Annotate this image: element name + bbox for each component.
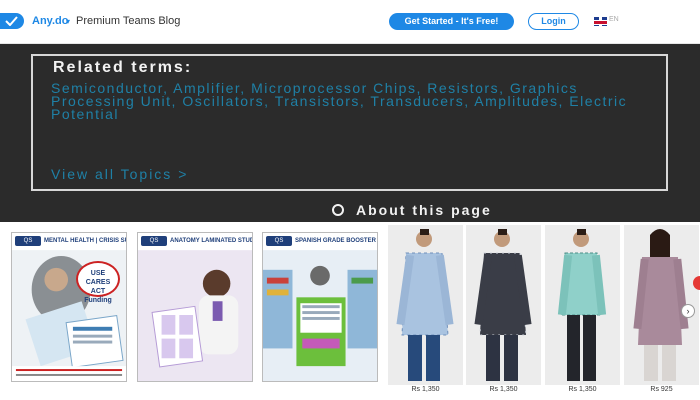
book-header: QS ANATOMY LAMINATED STUDY GUIDE (138, 233, 252, 249)
ad-choices-icon[interactable] (693, 276, 700, 290)
uk-flag-icon[interactable] (594, 17, 607, 26)
book-title: ANATOMY LAMINATED STUDY GUIDE (170, 238, 252, 244)
language-label[interactable]: EN (609, 16, 619, 23)
info-icon (332, 204, 344, 216)
anatomy-guide-image (138, 250, 252, 381)
chevron-down-icon[interactable]: ▾ (66, 17, 70, 26)
login-button[interactable]: Login (528, 13, 579, 30)
product-shirt-1[interactable] (388, 225, 463, 385)
ad-book-spanish[interactable]: QS SPANISH GRADE BOOSTER PACK (262, 232, 378, 382)
product-price: Rs 1,350 (411, 386, 440, 393)
related-terms-section: Related terms: Semiconductor, Amplifier,… (0, 44, 700, 222)
spanish-guide-image (263, 250, 377, 381)
anydo-logo-icon[interactable] (0, 13, 24, 29)
product-price: Rs 1,350 (568, 386, 597, 393)
related-terms-title: Related terms: (53, 59, 193, 76)
book-badge: QS (141, 236, 167, 246)
product-price: Rs 1,350 (489, 386, 518, 393)
product-image (545, 225, 620, 385)
product-shirt-2[interactable] (466, 225, 541, 385)
carousel-next-button[interactable]: › (681, 304, 695, 318)
about-this-page-link[interactable]: About this page (332, 202, 492, 218)
book-title: SPANISH GRADE BOOSTER PACK (295, 238, 377, 244)
advertisement-row: QS MENTAL HEALTH | CRISIS SUPPORT USE CA… (0, 222, 700, 400)
get-started-button[interactable]: Get Started - It's Free! (389, 13, 514, 30)
ad-book-mental-health[interactable]: QS MENTAL HEALTH | CRISIS SUPPORT USE CA… (11, 232, 127, 382)
view-all-topics-link[interactable]: View all Topics > (51, 166, 188, 182)
blog-subtitle[interactable]: Premium Teams Blog (76, 15, 180, 27)
cares-act-badge: USE CARES ACT Funding (76, 261, 120, 304)
product-image (388, 225, 463, 385)
product-shirt-3[interactable] (545, 225, 620, 385)
related-terms-box: Related terms: Semiconductor, Amplifier,… (31, 54, 668, 191)
related-terms-links[interactable]: Semiconductor, Amplifier, Microprocessor… (51, 81, 641, 121)
site-header: Any.do ▾ Premium Teams Blog Get Started … (0, 0, 700, 44)
book-header: QS MENTAL HEALTH | CRISIS SUPPORT (12, 233, 126, 249)
book-title: MENTAL HEALTH | CRISIS SUPPORT (44, 238, 126, 244)
brand-name[interactable]: Any.do (32, 15, 68, 27)
product-price: Rs 925 (650, 386, 673, 393)
product-image (466, 225, 541, 385)
book-header: QS SPANISH GRADE BOOSTER PACK (263, 233, 377, 249)
book-badge: QS (15, 236, 41, 246)
about-label: About this page (356, 202, 492, 218)
book-badge: QS (266, 236, 292, 246)
ad-book-anatomy[interactable]: QS ANATOMY LAMINATED STUDY GUIDE (137, 232, 253, 382)
